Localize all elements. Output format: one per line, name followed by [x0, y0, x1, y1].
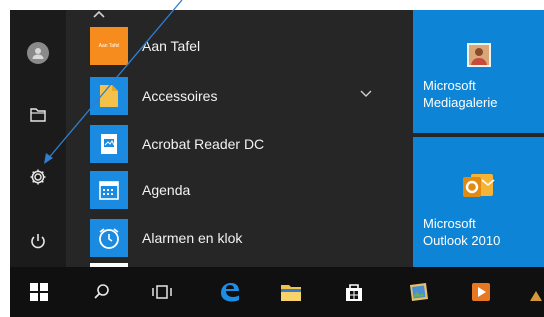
tile-microsoft-mediagalerie[interactable]: Microsoft Mediagalerie	[413, 10, 544, 133]
windows-start-icon	[30, 283, 48, 301]
calendar-icon	[90, 171, 128, 209]
tray-cutoff-icon	[528, 287, 544, 303]
edge-icon	[221, 283, 239, 302]
outlook-icon	[461, 169, 495, 203]
tile-label-line2: Outlook 2010	[423, 233, 501, 248]
aan-tafel-icon: Aan Tafel	[90, 27, 128, 65]
chevron-down-icon[interactable]	[360, 88, 372, 98]
folder-icon	[90, 77, 128, 115]
tile-label-line2: Mediagalerie	[423, 95, 498, 110]
settings-gear-icon	[30, 169, 46, 185]
app-label: Agenda	[142, 182, 191, 198]
app-label: Acrobat Reader DC	[142, 136, 265, 152]
file-explorer-icon	[281, 285, 301, 301]
photos-icon	[410, 283, 428, 301]
media-player-button[interactable]	[466, 277, 496, 307]
acrobat-icon	[90, 125, 128, 163]
edge-button[interactable]	[215, 277, 245, 307]
store-button[interactable]	[339, 277, 369, 307]
start-rail	[10, 10, 66, 267]
power-icon	[31, 234, 45, 249]
file-explorer-button[interactable]	[276, 277, 306, 307]
app-accessoires[interactable]: Accessoires	[90, 77, 400, 115]
app-aan-tafel[interactable]: Aan Tafel Aan Tafel	[90, 27, 400, 65]
tile-label-line1: Microsoft	[423, 216, 476, 231]
tile-label: Microsoft Mediagalerie	[423, 77, 497, 111]
app-alarmen-en-klok[interactable]: Alarmen en klok	[90, 219, 400, 257]
store-icon	[346, 284, 362, 301]
search-icon	[94, 284, 109, 299]
search-button[interactable]	[87, 277, 117, 307]
tile-microsoft-outlook-2010[interactable]: Microsoft Outlook 2010	[413, 137, 544, 267]
user-avatar-icon	[27, 42, 49, 64]
media-player-icon	[472, 283, 490, 301]
task-view-icon	[152, 285, 172, 299]
user-avatar-button[interactable]	[22, 37, 54, 69]
settings-button[interactable]	[22, 161, 54, 193]
taskbar	[10, 267, 544, 317]
start-button[interactable]	[24, 277, 54, 307]
task-view-button[interactable]	[147, 277, 177, 307]
tile-label-line1: Microsoft	[423, 78, 476, 93]
screen: Aan Tafel Aan Tafel Accessoires Acrobat …	[0, 0, 544, 317]
app-label: Accessoires	[142, 88, 218, 104]
power-button[interactable]	[22, 225, 54, 257]
alarm-clock-icon	[90, 219, 128, 257]
app-label: Alarmen en klok	[142, 230, 243, 246]
tile-label: Microsoft Outlook 2010	[423, 215, 500, 249]
documents-icon	[30, 108, 46, 122]
app-acrobat-reader-dc[interactable]: Acrobat Reader DC	[90, 125, 400, 163]
documents-button[interactable]	[22, 99, 54, 131]
start-menu: Aan Tafel Aan Tafel Accessoires Acrobat …	[10, 10, 544, 267]
app-agenda[interactable]: Agenda	[90, 171, 400, 209]
app-list: Aan Tafel Aan Tafel Accessoires Acrobat …	[90, 10, 420, 267]
app-label: Aan Tafel	[142, 38, 201, 54]
tile-group: Microsoft Mediagalerie Microsoft Outlook…	[413, 10, 544, 267]
media-gallery-icon	[465, 41, 493, 69]
aan-tafel-tile-text: Aan Tafel	[98, 43, 120, 49]
photos-button[interactable]	[404, 277, 434, 307]
